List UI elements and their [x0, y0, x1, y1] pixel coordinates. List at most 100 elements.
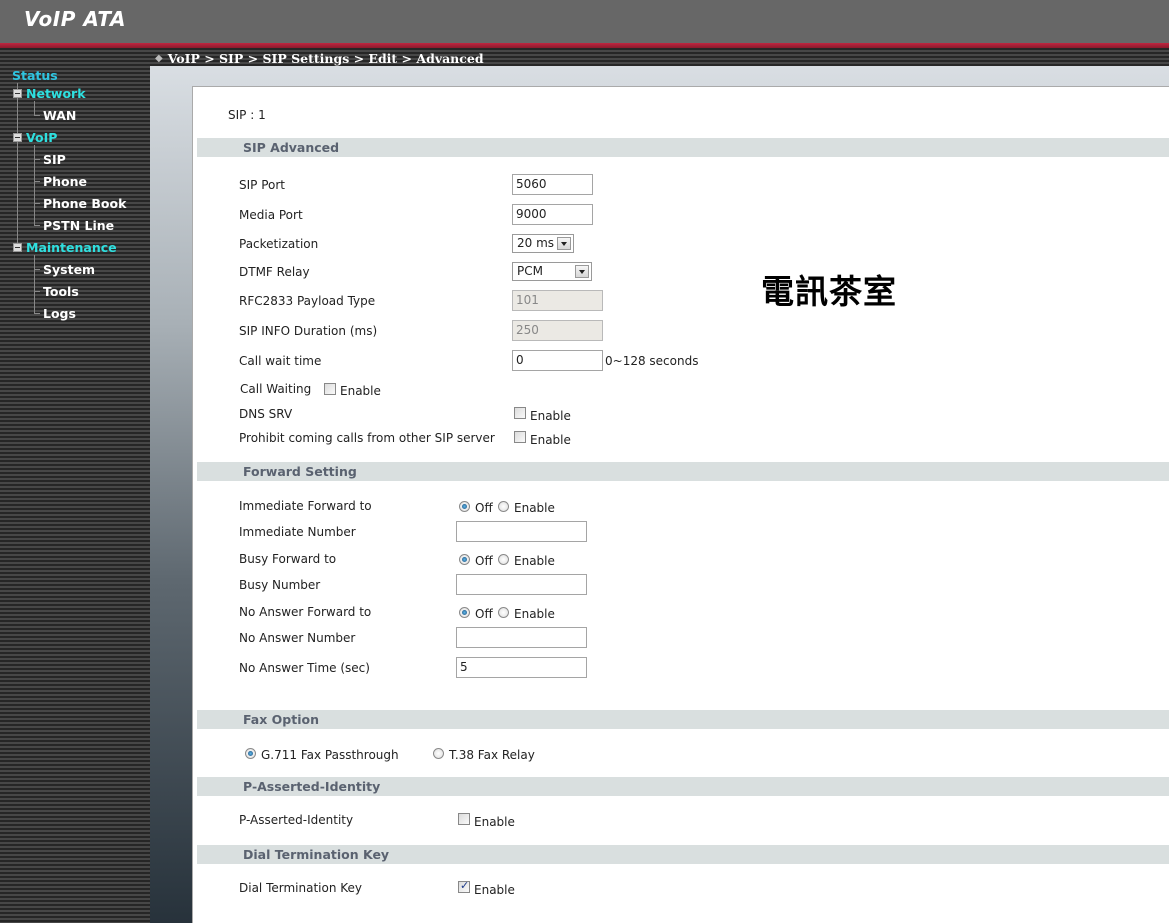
- app-title: VoIP ATA: [24, 7, 126, 31]
- busy-forward-off-radio[interactable]: [459, 554, 470, 565]
- noanswer-number-label: No Answer Number: [239, 631, 356, 645]
- prohibit-calls-checkbox[interactable]: [514, 431, 526, 443]
- fax-t38-radio[interactable]: [433, 748, 444, 759]
- sidebar-group-network[interactable]: Network: [13, 86, 86, 101]
- sip-info-duration-input: 250: [512, 320, 603, 341]
- noanswer-time-label: No Answer Time (sec): [239, 661, 370, 675]
- busy-forward-label: Busy Forward to: [239, 552, 337, 566]
- fax-g711-radio[interactable]: [245, 748, 256, 759]
- collapse-icon[interactable]: [13, 243, 22, 252]
- rfc2833-label: RFC2833 Payload Type: [239, 294, 376, 308]
- tree-line: [34, 159, 40, 160]
- dns-srv-checkbox[interactable]: [514, 407, 526, 419]
- busy-forward-enable-radio[interactable]: [498, 554, 509, 565]
- call-wait-time-input[interactable]: 0: [512, 350, 603, 371]
- busy-number-input[interactable]: [456, 574, 587, 595]
- call-waiting-option: Enable: [340, 384, 381, 398]
- immediate-number-label: Immediate Number: [239, 525, 356, 539]
- section-header-pai: P-Asserted-Identity: [197, 777, 1169, 796]
- dtk-option: Enable: [474, 883, 515, 897]
- noanswer-forward-enable-radio[interactable]: [498, 607, 509, 618]
- chevron-down-icon[interactable]: [575, 265, 589, 278]
- tree-line: [34, 225, 40, 226]
- sidebar-item-sip[interactable]: SIP: [43, 152, 66, 167]
- breadcrumb-text: VoIP > SIP > SIP Settings > Edit > Advan…: [167, 50, 484, 66]
- noanswer-time-input[interactable]: 5: [456, 657, 587, 678]
- dtk-checkbox[interactable]: [458, 879, 470, 893]
- chevron-down-icon[interactable]: [557, 237, 571, 250]
- fax-t38-label: T.38 Fax Relay: [449, 748, 535, 762]
- busy-number-label: Busy Number: [239, 578, 321, 592]
- noanswer-number-input[interactable]: [456, 627, 587, 648]
- radio-label-off: Off: [475, 554, 493, 568]
- dtmf-relay-label: DTMF Relay: [239, 265, 310, 279]
- sip-info-duration-label: SIP INFO Duration (ms): [239, 324, 378, 338]
- sidebar-item-logs[interactable]: Logs: [43, 306, 76, 321]
- sidebar-item-phone-book[interactable]: Phone Book: [43, 196, 126, 211]
- sidebar-group-label: VoIP: [26, 130, 58, 145]
- section-header-sip-advanced: SIP Advanced: [197, 138, 1169, 157]
- pai-label: P-Asserted-Identity: [239, 813, 354, 827]
- dtmf-relay-select[interactable]: PCM: [512, 262, 592, 281]
- media-port-label: Media Port: [239, 208, 303, 222]
- tree-line: [34, 269, 40, 270]
- sip-id-label: SIP : 1: [228, 108, 266, 122]
- sidebar-item-status[interactable]: Status: [12, 68, 58, 83]
- immediate-forward-label: Immediate Forward to: [239, 499, 372, 513]
- tree-line: [34, 115, 40, 116]
- dtmf-relay-value: PCM: [517, 264, 543, 278]
- sidebar-item-system[interactable]: System: [43, 262, 95, 277]
- call-waiting-label: Call Waiting: [240, 382, 312, 396]
- sidebar-group-voip[interactable]: VoIP: [13, 130, 57, 145]
- header-bar: VoIP ATA: [0, 0, 1169, 43]
- collapse-icon[interactable]: [13, 133, 22, 142]
- sip-port-input[interactable]: 5060: [512, 174, 593, 195]
- dns-srv-label: DNS SRV: [239, 407, 293, 421]
- call-wait-time-label: Call wait time: [239, 354, 322, 368]
- section-header-fax: Fax Option: [197, 710, 1169, 729]
- tree-line: [34, 181, 40, 182]
- tree-line: [34, 203, 40, 204]
- sidebar-item-wan[interactable]: WAN: [43, 108, 76, 123]
- radio-label-off: Off: [475, 501, 493, 515]
- immediate-forward-off-radio[interactable]: [459, 501, 470, 512]
- tree-line: [34, 145, 35, 225]
- sidebar-group-maintenance[interactable]: Maintenance: [13, 240, 117, 255]
- packetization-label: Packetization: [239, 237, 319, 251]
- section-header-forward: Forward Setting: [197, 462, 1169, 481]
- noanswer-forward-label: No Answer Forward to: [239, 605, 372, 619]
- call-waiting-checkbox[interactable]: [324, 383, 336, 395]
- call-wait-time-hint: 0~128 seconds: [605, 354, 699, 368]
- sidebar-item-phone[interactable]: Phone: [43, 174, 87, 189]
- sip-port-label: SIP Port: [239, 178, 285, 192]
- prohibit-calls-label: Prohibit coming calls from other SIP ser…: [239, 431, 495, 445]
- tree-line: [34, 101, 35, 115]
- breadcrumb: ◆ VoIP > SIP > SIP Settings > Edit > Adv…: [155, 50, 484, 66]
- prohibit-calls-option: Enable: [530, 433, 571, 447]
- noanswer-forward-off-radio[interactable]: [459, 607, 470, 618]
- sidebar-item-pstn-line[interactable]: PSTN Line: [43, 218, 114, 233]
- rfc2833-input: 101: [512, 290, 603, 311]
- tree-line: [17, 83, 18, 248]
- section-header-dtk: Dial Termination Key: [197, 845, 1169, 864]
- immediate-forward-enable-radio[interactable]: [498, 501, 509, 512]
- sidebar-item-tools[interactable]: Tools: [43, 284, 79, 299]
- watermark-text: 電訊茶室: [761, 272, 897, 311]
- radio-label-off: Off: [475, 607, 493, 621]
- pai-option: Enable: [474, 815, 515, 829]
- fax-g711-label: G.711 Fax Passthrough: [261, 748, 399, 762]
- settings-panel: SIP : 1 SIP Advanced SIP Port 5060 Media…: [192, 86, 1169, 923]
- packetization-value: 20 ms: [517, 236, 555, 250]
- diamond-icon: ◆: [155, 52, 163, 64]
- radio-label-enable: Enable: [514, 501, 555, 515]
- immediate-number-input[interactable]: [456, 521, 587, 542]
- sidebar-group-label: Maintenance: [26, 240, 117, 255]
- tree-line: [34, 291, 40, 292]
- tree-line: [34, 313, 40, 314]
- pai-checkbox[interactable]: [458, 813, 470, 825]
- sidebar-group-label: Network: [26, 86, 86, 101]
- collapse-icon[interactable]: [13, 89, 22, 98]
- packetization-select[interactable]: 20 ms: [512, 234, 574, 253]
- media-port-input[interactable]: 9000: [512, 204, 593, 225]
- dtk-label: Dial Termination Key: [239, 881, 363, 895]
